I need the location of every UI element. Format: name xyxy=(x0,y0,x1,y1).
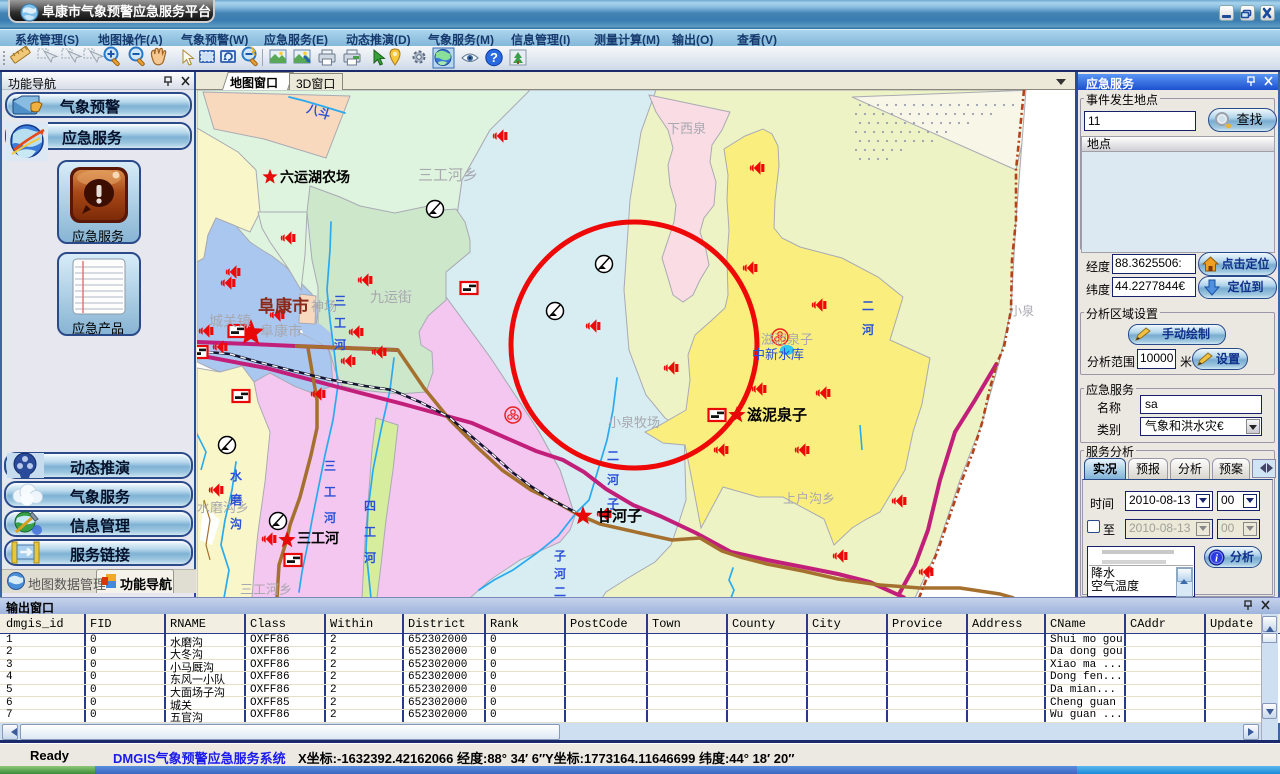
svg-text:小泉牧场: 小泉牧场 xyxy=(608,415,660,430)
svg-text:工: 工 xyxy=(324,485,336,499)
svg-text:二: 二 xyxy=(554,585,566,597)
svg-text:河: 河 xyxy=(323,510,336,525)
svg-text:四: 四 xyxy=(364,499,376,513)
svg-text:三工河乡: 三工河乡 xyxy=(418,167,478,184)
svg-text:子: 子 xyxy=(607,497,619,511)
svg-text:滋泥泉子: 滋泥泉子 xyxy=(747,406,807,424)
svg-text:二: 二 xyxy=(607,449,619,463)
svg-text:河: 河 xyxy=(333,337,346,352)
svg-text:三工河乡: 三工河乡 xyxy=(240,582,292,597)
svg-text:中新水库: 中新水库 xyxy=(752,347,804,362)
svg-text:滋泥泉子: 滋泥泉子 xyxy=(761,332,813,347)
svg-text:城关镇: 城关镇 xyxy=(209,313,251,329)
svg-text:三工河: 三工河 xyxy=(297,530,339,546)
svg-text:水: 水 xyxy=(230,468,243,483)
svg-text:工: 工 xyxy=(334,316,346,330)
svg-text:河: 河 xyxy=(861,322,874,337)
svg-text:河: 河 xyxy=(553,566,566,581)
svg-text:阜康市: 阜康市 xyxy=(258,296,309,316)
svg-text:小泉: 小泉 xyxy=(1010,304,1034,318)
svg-text:六运湖农场: 六运湖农场 xyxy=(280,169,350,185)
svg-text:甘河子: 甘河子 xyxy=(597,507,642,525)
svg-text:二: 二 xyxy=(862,299,874,313)
svg-text:上户沟乡: 上户沟乡 xyxy=(783,491,835,506)
svg-text:沟: 沟 xyxy=(230,516,242,531)
svg-text:磨: 磨 xyxy=(229,492,242,507)
svg-text:子: 子 xyxy=(554,549,566,563)
svg-text:河: 河 xyxy=(606,472,619,487)
svg-text:三: 三 xyxy=(324,459,336,473)
svg-text:河: 河 xyxy=(363,550,376,565)
svg-text:三: 三 xyxy=(334,294,346,308)
svg-text:阜康市: 阜康市 xyxy=(260,323,302,339)
svg-text:?: ? xyxy=(490,50,498,65)
svg-text:工: 工 xyxy=(364,525,376,539)
svg-text:下西泉: 下西泉 xyxy=(667,121,706,136)
svg-text:九运街: 九运街 xyxy=(370,289,412,305)
